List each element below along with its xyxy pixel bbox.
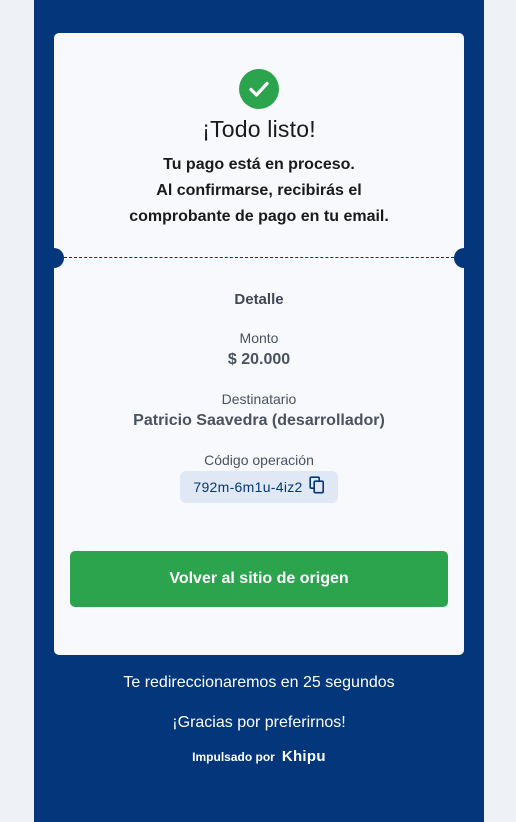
return-to-origin-button[interactable]: Volver al sitio de origen <box>70 551 448 607</box>
amount-value: $ 20.000 <box>227 351 291 368</box>
status-message-line: comprobante de pago en tu email. <box>129 208 389 225</box>
status-title: ¡Todo listo! <box>202 116 316 142</box>
status-message-line: Tu pago está en proceso. <box>163 156 355 173</box>
redirect-countdown-text: Te redireccionaremos en 25 segundos <box>123 674 395 691</box>
operation-code-copy[interactable]: 792m-6m1u-4iz2 <box>180 471 338 503</box>
recipient-label: Destinatario <box>221 391 297 407</box>
operation-code-label: Código operación <box>204 452 314 468</box>
recipient-value: Patricio Saavedra (desarrollador) <box>133 412 385 429</box>
check-circle-icon <box>239 69 279 109</box>
operation-code-value: 792m-6m1u-4iz2 <box>193 479 303 495</box>
powered-by: Impulsado por Khipu <box>34 748 484 765</box>
status-message-line: Al confirmarse, recibirás el <box>156 182 362 199</box>
status-message: Tu pago está en proceso. Al confirmarse,… <box>94 152 424 230</box>
dashed-divider <box>64 257 454 258</box>
ticket-notch-left <box>44 248 64 268</box>
powered-by-label: Impulsado por <box>192 749 275 764</box>
thanks-text: ¡Gracias por preferirnos! <box>172 714 346 731</box>
copy-icon[interactable] <box>309 475 325 499</box>
confirmation-card: ¡Todo listo! Tu pago está en proceso. Al… <box>44 33 474 655</box>
ticket-notch-right <box>454 248 474 268</box>
amount-label: Monto <box>239 330 279 346</box>
khipu-logo: Khipu <box>281 748 326 765</box>
detail-heading: Detalle <box>234 291 284 308</box>
